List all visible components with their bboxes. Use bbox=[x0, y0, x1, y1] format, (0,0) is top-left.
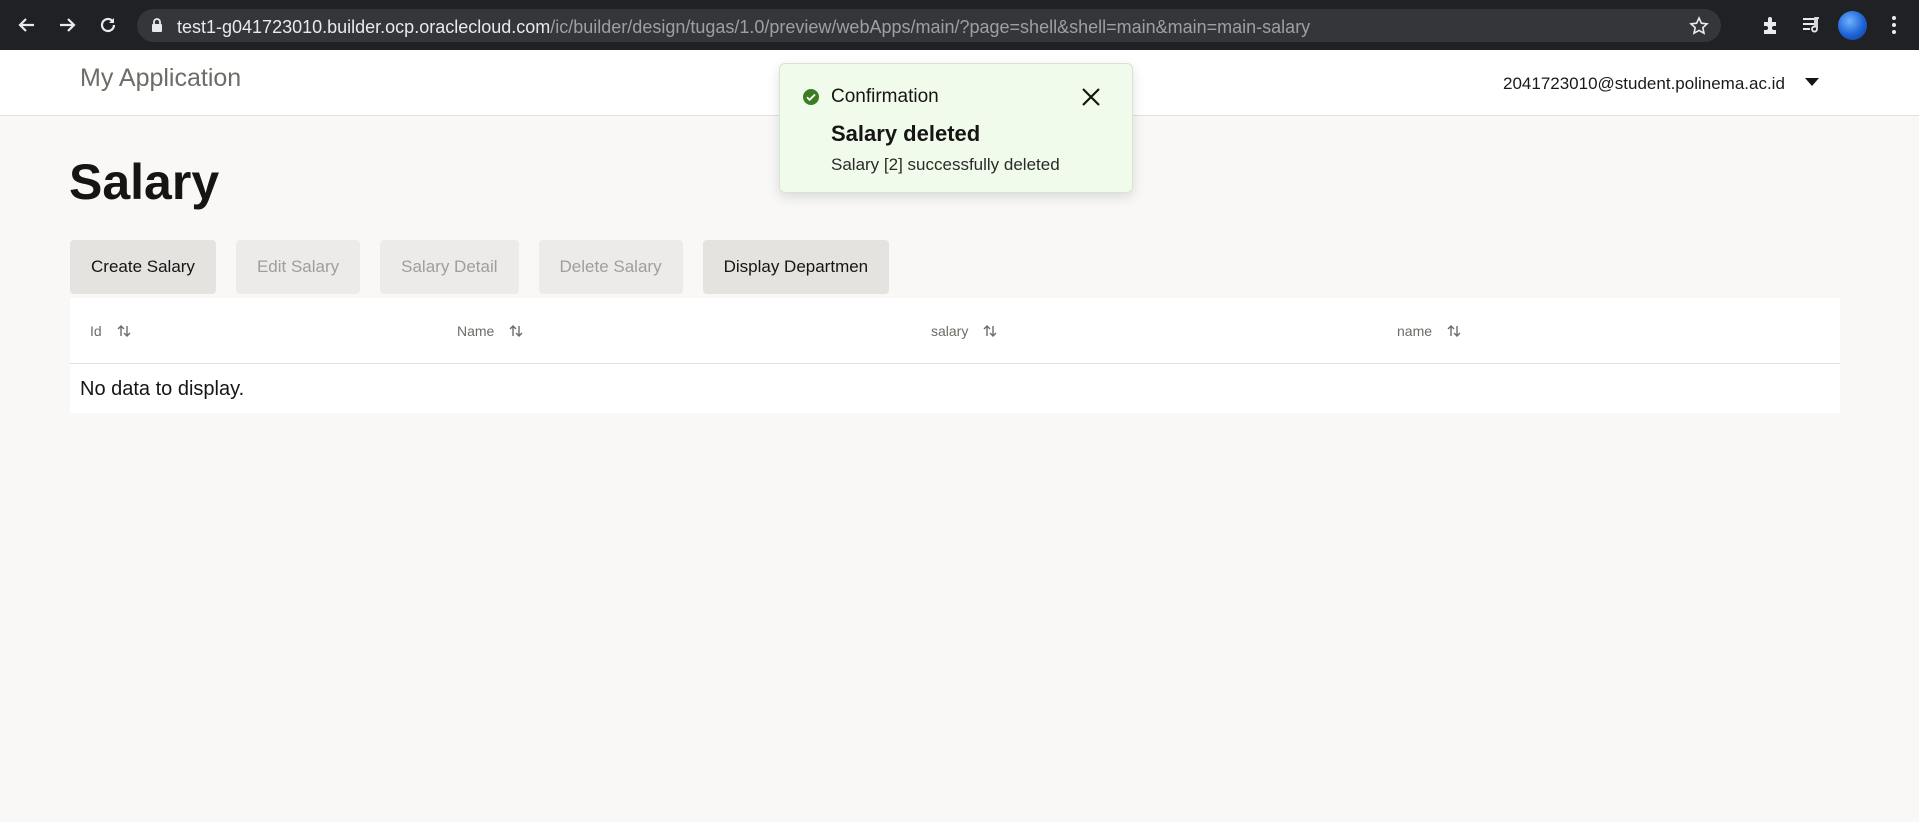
menu-icon[interactable] bbox=[1883, 14, 1905, 36]
sort-icon[interactable] bbox=[1446, 323, 1462, 339]
lock-icon[interactable] bbox=[150, 18, 164, 33]
sort-icon[interactable] bbox=[116, 323, 132, 339]
column-header-department-name[interactable]: name bbox=[1397, 323, 1462, 339]
column-header-id[interactable]: Id bbox=[90, 323, 132, 339]
table-header: Id Name salary name bbox=[70, 298, 1840, 364]
salary-table: Id Name salary name No data to display. bbox=[70, 298, 1840, 413]
sort-icon[interactable] bbox=[982, 323, 998, 339]
app-title: My Application bbox=[80, 64, 242, 92]
close-icon[interactable] bbox=[1078, 84, 1104, 110]
page-title: Salary bbox=[69, 154, 220, 210]
display-department-button[interactable]: Display Departmen bbox=[702, 240, 890, 294]
browser-toolbar: test1-g041723010.builder.ocp.oraclecloud… bbox=[0, 0, 1919, 50]
reload-icon[interactable] bbox=[95, 12, 121, 38]
toast-message: Salary [2] successfully deleted bbox=[831, 155, 1060, 174]
column-label: Name bbox=[457, 323, 495, 339]
media-icon[interactable] bbox=[1800, 14, 1822, 36]
chevron-down-icon[interactable] bbox=[1805, 78, 1819, 86]
profile-avatar[interactable] bbox=[1838, 11, 1867, 40]
action-toolbar: Create Salary Edit Salary Salary Detail … bbox=[70, 240, 890, 294]
column-label: salary bbox=[931, 323, 969, 339]
empty-state-text: No data to display. bbox=[80, 378, 245, 400]
salary-detail-button[interactable]: Salary Detail bbox=[380, 240, 519, 294]
toast-label: Confirmation bbox=[831, 86, 939, 107]
star-icon[interactable] bbox=[1689, 16, 1709, 36]
delete-salary-button[interactable]: Delete Salary bbox=[538, 240, 683, 294]
edit-salary-button[interactable]: Edit Salary bbox=[235, 240, 361, 294]
confirmation-toast: Confirmation Salary deleted Salary [2] s… bbox=[779, 63, 1133, 193]
back-icon[interactable] bbox=[14, 12, 40, 38]
column-label: name bbox=[1397, 323, 1433, 339]
check-circle-icon bbox=[803, 89, 819, 105]
toast-heading: Salary deleted bbox=[831, 121, 981, 146]
address-bar[interactable]: test1-g041723010.builder.ocp.oraclecloud… bbox=[137, 9, 1721, 42]
create-salary-button[interactable]: Create Salary bbox=[70, 240, 216, 294]
column-label: Id bbox=[90, 323, 102, 339]
user-menu-label[interactable]: 2041723010@student.polinema.ac.id bbox=[1503, 74, 1785, 94]
column-header-salary[interactable]: salary bbox=[931, 323, 998, 339]
sort-icon[interactable] bbox=[508, 323, 524, 339]
forward-icon[interactable] bbox=[54, 12, 80, 38]
column-header-name[interactable]: Name bbox=[457, 323, 524, 339]
extensions-icon[interactable] bbox=[1760, 14, 1782, 36]
url-text: test1-g041723010.builder.ocp.oraclecloud… bbox=[177, 17, 1311, 37]
